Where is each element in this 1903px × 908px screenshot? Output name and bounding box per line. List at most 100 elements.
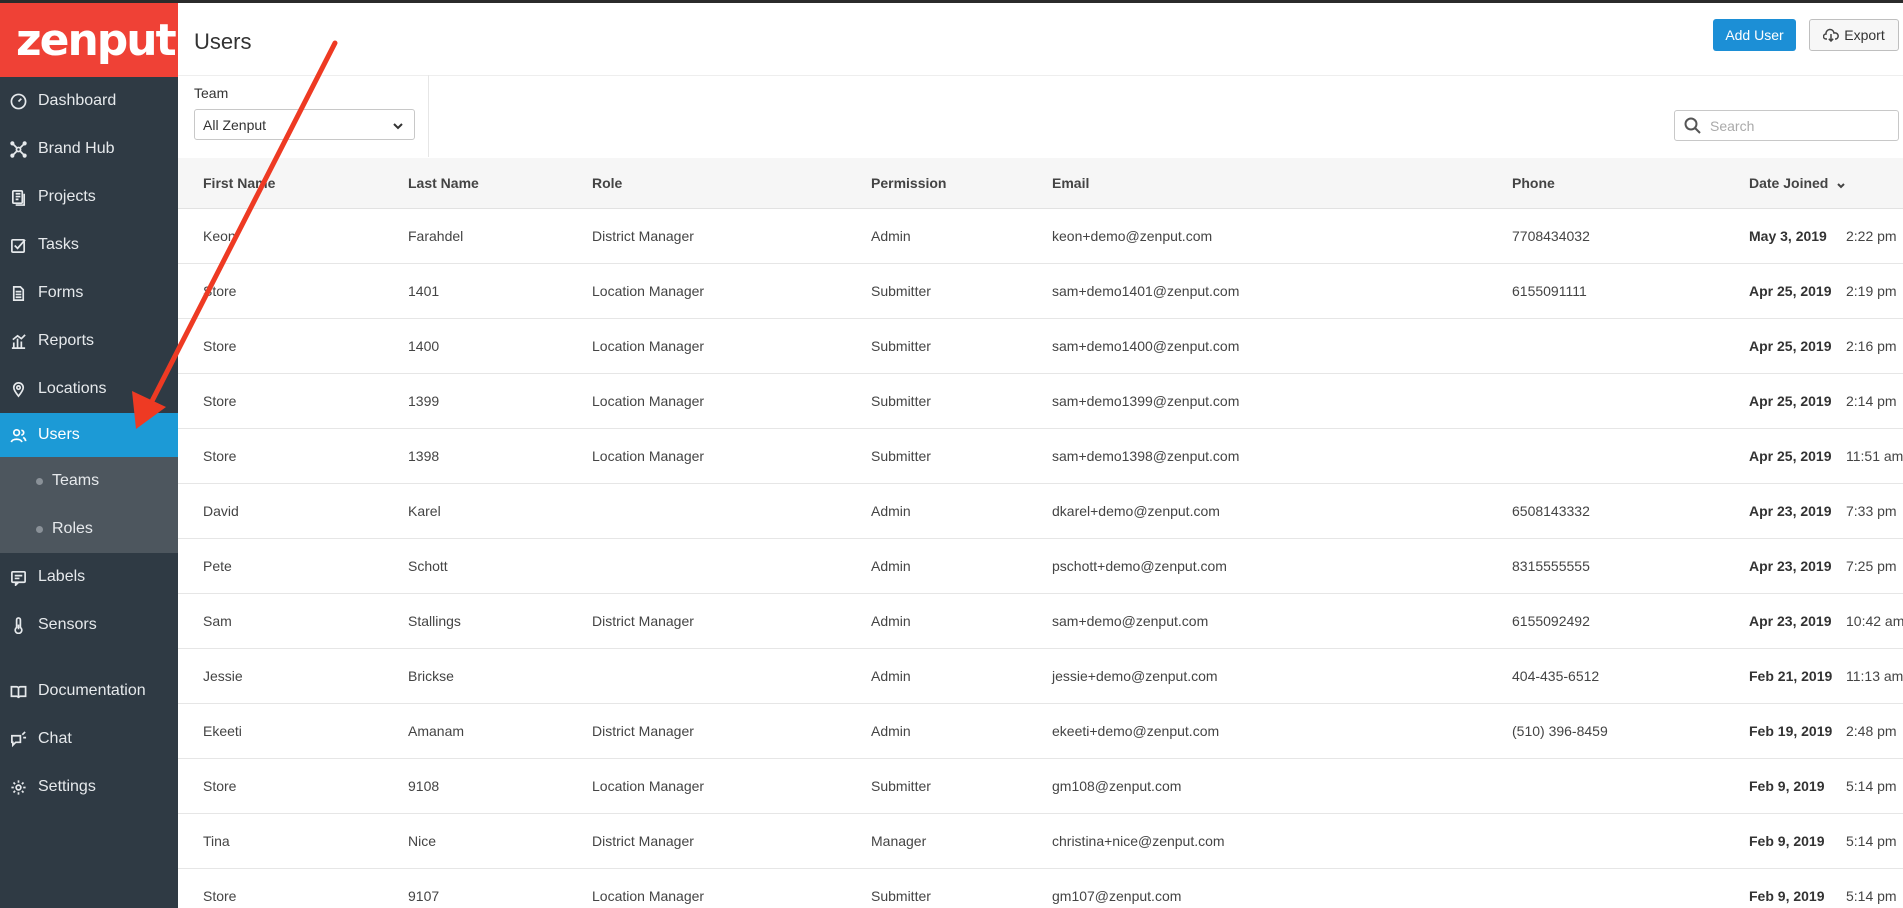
- column-header-date-joined-label: Date Joined: [1749, 175, 1829, 191]
- sidebar-item-users[interactable]: Users: [0, 413, 178, 457]
- column-header-permission[interactable]: Permission: [871, 158, 946, 208]
- sidebar-item-label: Settings: [38, 778, 96, 795]
- cell-permission: Admin: [871, 503, 911, 519]
- cell-permission: Submitter: [871, 778, 931, 794]
- bullet-icon: [36, 525, 43, 533]
- cell-first-name: Store: [203, 448, 237, 464]
- sidebar-subitem-teams[interactable]: Teams: [0, 457, 178, 505]
- cell-time-joined: 11:51 am: [1846, 448, 1903, 464]
- cell-permission: Manager: [871, 833, 927, 849]
- cell-phone: 404-435-6512: [1512, 668, 1600, 684]
- table-row[interactable]: Sam Stallings District Manager Admin sam+dem…: [178, 594, 1903, 649]
- cell-time-joined: 2:48 pm: [1846, 723, 1897, 739]
- sidebar-item-brand-hub[interactable]: Brand Hub: [0, 125, 178, 173]
- cell-time-joined: 5:14 pm: [1846, 778, 1897, 794]
- cell-phone: 6508143332: [1512, 503, 1590, 519]
- cell-time-joined: 11:13 am: [1846, 668, 1903, 684]
- sidebar-item-chat[interactable]: Chat: [0, 715, 178, 763]
- cell-time-joined: 2:16 pm: [1846, 338, 1897, 354]
- column-header-date-joined[interactable]: Date Joined: [1749, 158, 1846, 208]
- cell-last-name: 1401: [408, 283, 440, 299]
- cell-first-name: Store: [203, 338, 237, 354]
- table-row[interactable]: Ekeeti Amanam District Manager Admin ekeeti+…: [178, 704, 1903, 759]
- cell-permission: Submitter: [871, 888, 931, 904]
- sidebar-item-label: Chat: [38, 730, 72, 747]
- table-row[interactable]: Pete Schott Admin pschott+demo@zenput.com 83…: [178, 539, 1903, 594]
- sidebar-item-locations[interactable]: Locations: [0, 365, 178, 413]
- sidebar-item-labels[interactable]: Labels: [0, 553, 178, 601]
- sidebar-item-label: Labels: [38, 568, 86, 585]
- cell-first-name: Store: [203, 888, 237, 904]
- cell-permission: Submitter: [871, 448, 931, 464]
- table-row[interactable]: Store 1398 Location Manager Submitter sam+de…: [178, 429, 1903, 484]
- add-user-button[interactable]: Add User: [1713, 19, 1796, 51]
- team-select[interactable]: All Zenput: [194, 109, 415, 140]
- cell-date-joined: Apr 23, 2019: [1749, 613, 1832, 629]
- thermometer-icon: [9, 616, 27, 634]
- sidebar-item-reports[interactable]: Reports: [0, 317, 178, 365]
- users-icon: [9, 426, 27, 444]
- sidebar-item-forms[interactable]: Forms: [0, 269, 178, 317]
- cell-last-name: 9107: [408, 888, 440, 904]
- column-header-role[interactable]: Role: [592, 158, 622, 208]
- export-button[interactable]: Export: [1809, 19, 1899, 51]
- sidebar-subitem-roles[interactable]: Roles: [0, 505, 178, 553]
- cell-first-name: Store: [203, 778, 237, 794]
- column-header-email[interactable]: Email: [1052, 158, 1089, 208]
- table-row[interactable]: Tina Nice District Manager Manager christina…: [178, 814, 1903, 869]
- table-row[interactable]: Store 1401 Location Manager Submitter sam+de…: [178, 264, 1903, 319]
- column-header-first-name[interactable]: First Name: [203, 158, 275, 208]
- book-icon: [9, 682, 27, 700]
- table-row[interactable]: Store 9107 Location Manager Submitter gm107@…: [178, 869, 1903, 908]
- search-icon: [1684, 117, 1701, 134]
- cell-last-name: Stallings: [408, 613, 461, 629]
- sidebar-subitem-label: Teams: [52, 472, 100, 489]
- column-header-last-name[interactable]: Last Name: [408, 158, 479, 208]
- chat-icon: [9, 730, 27, 748]
- cell-role: District Manager: [592, 723, 694, 739]
- cell-permission: Submitter: [871, 338, 931, 354]
- cell-permission: Submitter: [871, 393, 931, 409]
- table-row[interactable]: Store 1399 Location Manager Submitter sam+de…: [178, 374, 1903, 429]
- cell-role: District Manager: [592, 613, 694, 629]
- table-row[interactable]: Store 1400 Location Manager Submitter sam+de…: [178, 319, 1903, 374]
- search-input[interactable]: [1710, 117, 1890, 134]
- cell-last-name: 1399: [408, 393, 440, 409]
- cell-last-name: 1400: [408, 338, 440, 354]
- table-row[interactable]: Jessie Brickse Admin jessie+demo@zenput.com…: [178, 649, 1903, 704]
- sidebar-item-label: Dashboard: [38, 92, 117, 109]
- sidebar-item-label: Users: [38, 426, 80, 443]
- cell-role: Location Manager: [592, 448, 705, 464]
- column-header-phone[interactable]: Phone: [1512, 158, 1555, 208]
- cell-permission: Admin: [871, 723, 911, 739]
- cell-time-joined: 2:14 pm: [1846, 393, 1897, 409]
- sidebar-item-sensors[interactable]: Sensors: [0, 601, 178, 649]
- sidebar-item-documentation[interactable]: Documentation: [0, 667, 178, 715]
- sidebar-item-settings[interactable]: Settings: [0, 763, 178, 811]
- table-body: Keon Farahdel District Manager Admin keon+de…: [178, 209, 1903, 908]
- sidebar-item-dashboard[interactable]: Dashboard: [0, 77, 178, 125]
- cell-email: sam+demo1400@zenput.com: [1052, 338, 1240, 354]
- bullet-icon: [36, 477, 43, 485]
- sidebar-item-tasks[interactable]: Tasks: [0, 221, 178, 269]
- cell-last-name: Schott: [408, 558, 448, 574]
- search-box[interactable]: [1674, 110, 1899, 141]
- sidebar-item-label: Projects: [38, 188, 96, 205]
- cell-first-name: Ekeeti: [203, 723, 242, 739]
- table-header: First Name Last Name Role Permission Ema…: [178, 158, 1903, 209]
- sidebar-item-projects[interactable]: Projects: [0, 173, 178, 221]
- table-row[interactable]: Store 9108 Location Manager Submitter gm108@…: [178, 759, 1903, 814]
- table-row[interactable]: Keon Farahdel District Manager Admin keon+de…: [178, 209, 1903, 264]
- cell-phone: 6155091111: [1512, 283, 1587, 299]
- cell-date-joined: Apr 23, 2019: [1749, 558, 1832, 574]
- users-table: First Name Last Name Role Permission Ema…: [178, 158, 1903, 908]
- cell-first-name: Store: [203, 393, 237, 409]
- sidebar-item-label: Forms: [38, 284, 84, 301]
- cell-date-joined: Feb 21, 2019: [1749, 668, 1833, 684]
- cell-time-joined: 5:14 pm: [1846, 888, 1897, 904]
- cell-date-joined: May 3, 2019: [1749, 228, 1827, 244]
- table-row[interactable]: David Karel Admin dkarel+demo@zenput.com 650…: [178, 484, 1903, 539]
- cloud-download-icon: [1823, 28, 1840, 42]
- bar-chart-icon: [9, 332, 27, 350]
- zenput-logo[interactable]: zenput.: [0, 3, 191, 77]
